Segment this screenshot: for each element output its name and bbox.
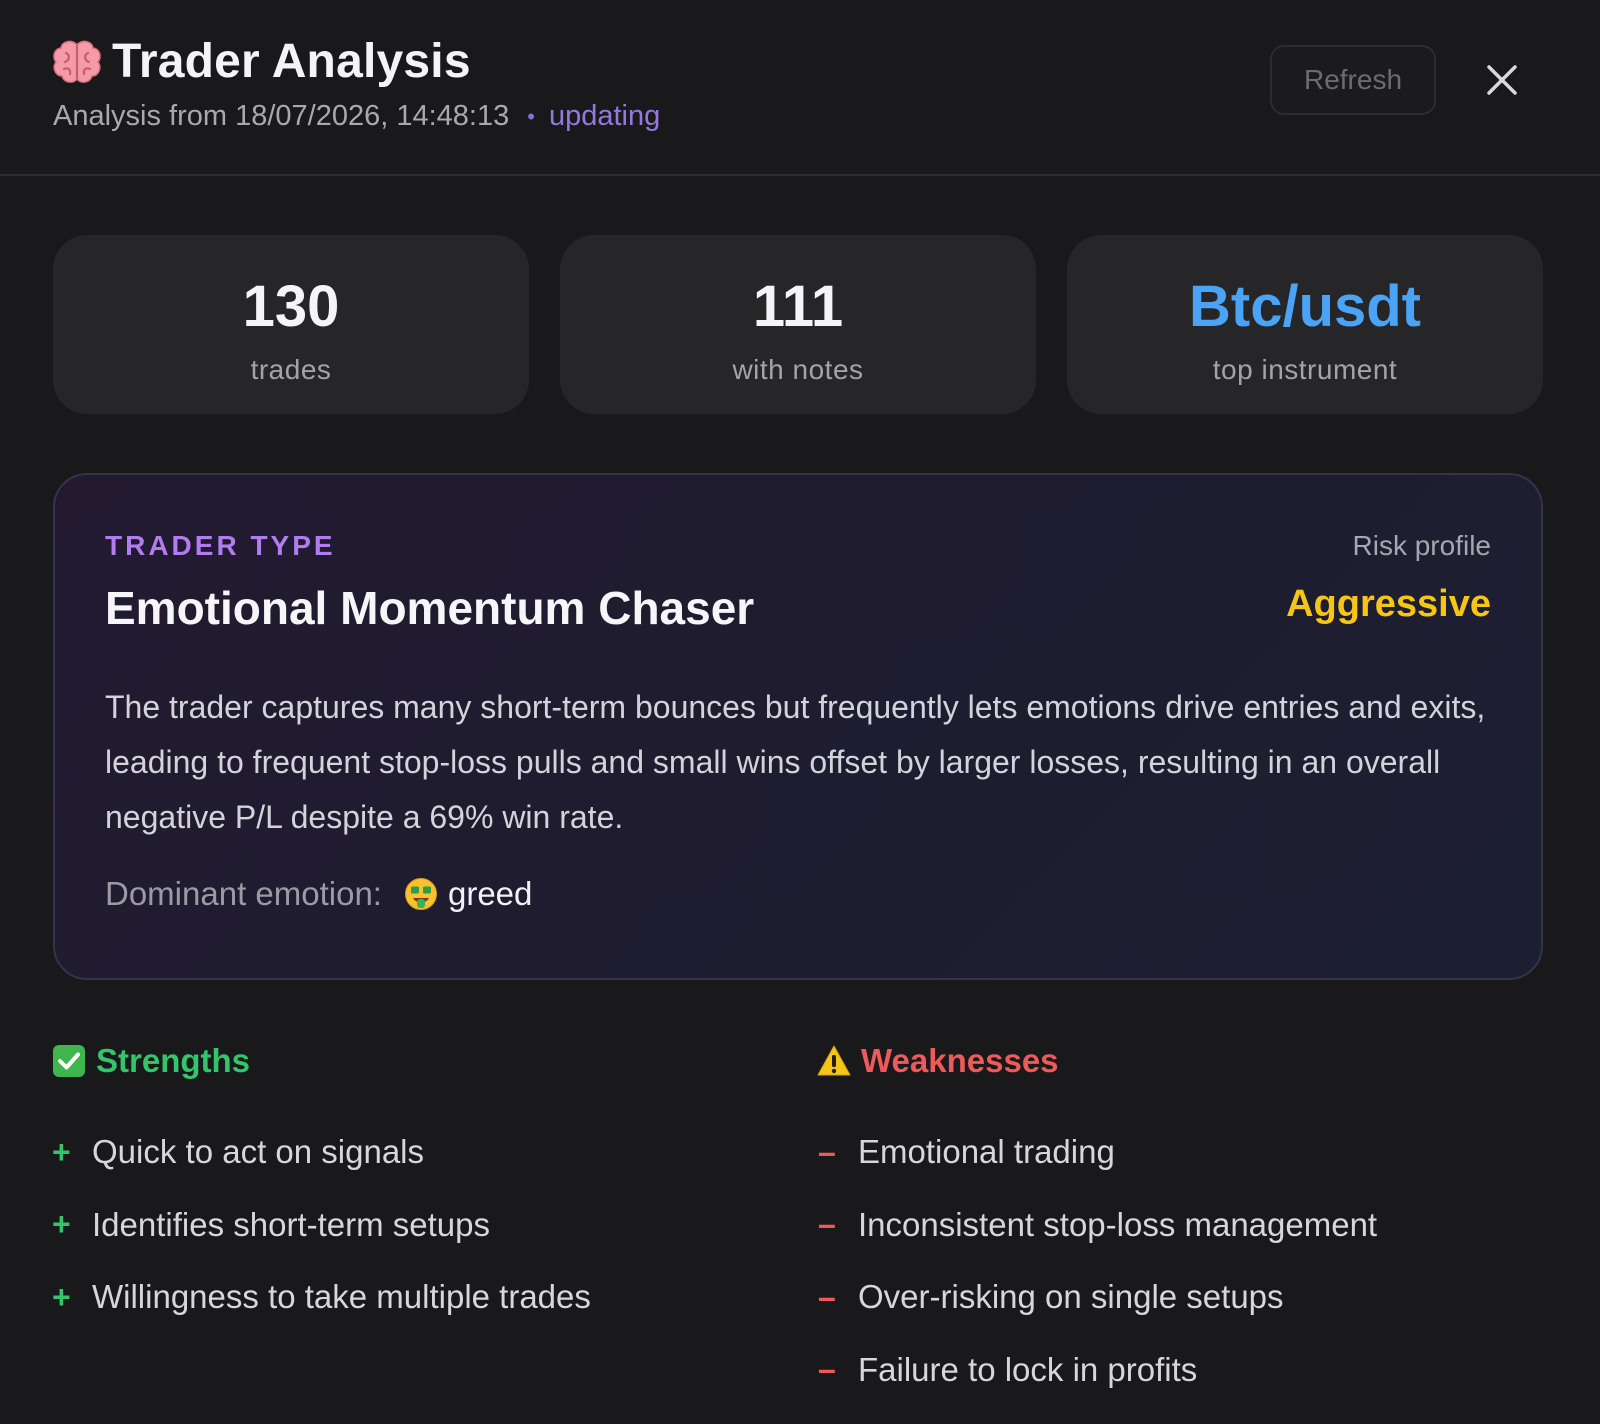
trader-type-card: TRADER TYPE Emotional Momentum Chaser Ri… (53, 473, 1543, 980)
emotion-value: greed (447, 875, 533, 912)
minus-marker: – (818, 1351, 836, 1388)
strength-text: Identifies short-term setups (92, 1205, 490, 1243)
stat-card-notes: 111 with notes (560, 235, 1036, 414)
list-item: – Over-risking on single setups (818, 1261, 1377, 1334)
strengths-header: Strengths (52, 1042, 250, 1080)
plus-marker: + (52, 1133, 71, 1170)
risk-profile-label: Risk profile (1352, 530, 1491, 561)
list-item: + Identifies short-term setups (52, 1189, 591, 1262)
status-text: updating (548, 100, 661, 132)
page-title: Trader Analysis (112, 35, 471, 88)
stat-card-trades: 130 trades (53, 235, 529, 414)
analysis-timestamp: Analysis from 18/07/2026, 14:48:13 • upd… (53, 100, 660, 133)
trader-type-name: Emotional Momentum Chaser (105, 582, 755, 634)
stat-value: 130 (242, 274, 340, 339)
emotion-label: Dominant emotion: (105, 875, 382, 912)
dominant-emotion: Dominant emotion: greed (105, 875, 532, 913)
check-box-icon (52, 1044, 86, 1078)
modal-header: Trader Analysis Analysis from 18/07/2026… (0, 0, 1600, 176)
weaknesses-list: – Emotional trading – Inconsistent stop-lo… (818, 1116, 1377, 1406)
list-item: – Inconsistent stop-loss management (818, 1189, 1377, 1262)
weaknesses-title: Weaknesses (861, 1042, 1059, 1079)
strengths-title: Strengths (96, 1042, 251, 1079)
brain-icon (52, 39, 102, 85)
stat-value: Btc/usdt (1189, 274, 1421, 339)
risk-profile-value: Aggressive (1286, 583, 1491, 625)
plus-marker: + (52, 1206, 71, 1243)
list-item: + Quick to act on signals (52, 1116, 591, 1189)
list-item: + Willingness to take multiple trades (52, 1261, 591, 1334)
stat-label: trades (250, 354, 332, 385)
warning-icon (817, 1044, 851, 1078)
weaknesses-header: Weaknesses (817, 1042, 1059, 1080)
stat-card-instrument: Btc/usdt top instrument (1067, 235, 1543, 414)
weakness-text: Emotional trading (858, 1133, 1115, 1171)
trader-description: The trader captures many short-term boun… (105, 689, 1486, 835)
stat-value: 111 (752, 274, 844, 339)
status-dot: • (527, 103, 535, 129)
minus-marker: – (818, 1133, 836, 1170)
strength-text: Quick to act on signals (92, 1133, 424, 1171)
stat-label: top instrument (1212, 354, 1398, 385)
list-item: – Emotional trading (818, 1116, 1377, 1189)
refresh-button[interactable]: Refresh (1270, 45, 1436, 115)
weakness-text: Inconsistent stop-loss management (858, 1205, 1378, 1243)
strengths-list: + Quick to act on signals + Identifies sho… (52, 1116, 591, 1334)
minus-marker: – (818, 1278, 836, 1315)
close-icon[interactable] (1484, 62, 1520, 98)
list-item: – Failure to lock in profits (818, 1334, 1377, 1407)
weakness-text: Failure to lock in profits (858, 1350, 1198, 1388)
timestamp-text: Analysis from 18/07/2026, 14:48:13 (53, 100, 510, 132)
strength-text: Willingness to take multiple trades (92, 1278, 591, 1316)
minus-marker: – (818, 1206, 836, 1243)
weakness-text: Over-risking on single setups (858, 1278, 1284, 1316)
plus-marker: + (52, 1278, 71, 1315)
title-row: Trader Analysis (52, 34, 471, 89)
stat-label: with notes (732, 354, 864, 385)
money-face-icon (404, 877, 438, 911)
trader-type-label: TRADER TYPE (105, 530, 336, 561)
